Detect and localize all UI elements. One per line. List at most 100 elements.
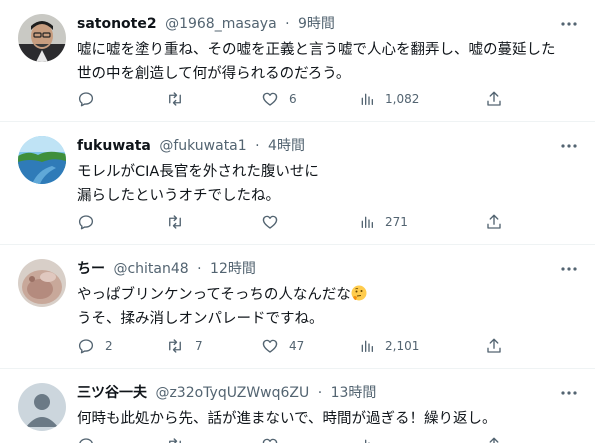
reply-icon <box>78 339 94 354</box>
share-button[interactable] <box>485 212 503 232</box>
separator: · <box>197 261 202 277</box>
share-button[interactable] <box>485 89 503 109</box>
heart-icon <box>262 92 278 106</box>
more-button[interactable] <box>557 259 581 279</box>
retweet-button[interactable]: 7 <box>165 336 203 356</box>
like-count: 47 <box>289 339 305 353</box>
tweet-feed: satonote2 @1968_masaya · 9時間 嘘に嘘を塗り重ね、その… <box>0 0 595 443</box>
display-name[interactable]: satonote2 <box>77 16 157 32</box>
timestamp[interactable]: 13時間 <box>331 385 377 401</box>
avatar[interactable] <box>18 259 66 307</box>
reply-button[interactable] <box>77 89 105 109</box>
more-icon <box>561 267 577 271</box>
reply-icon <box>79 438 93 443</box>
heart-icon <box>262 438 278 443</box>
views-icon <box>365 439 370 443</box>
views-button[interactable] <box>359 435 375 443</box>
share-icon <box>487 338 501 353</box>
tweet-text-line: 世の中を創造して何が得られるのだろう。 <box>77 66 351 82</box>
handle[interactable]: @fukuwata1 <box>159 138 246 154</box>
separator: · <box>255 138 260 154</box>
tweet-text-line: 漏らしたというオチでしたね。 <box>77 188 280 204</box>
retweet-icon <box>169 215 181 229</box>
timestamp[interactable]: 4時間 <box>268 138 305 154</box>
share-icon <box>487 91 501 106</box>
more-icon <box>561 22 577 26</box>
like-button[interactable] <box>261 435 279 443</box>
handle[interactable]: @z32oTyqUZWwq6ZU <box>155 385 309 401</box>
tweet-text: 嘘に嘘を塗り重ね、その嘘を正義と言う嘘で人心を翻弄し、嘘の蔓延した 世の中を創造… <box>77 38 582 86</box>
tweet-text-line-wrap: やっぱブリンケンってそっちの人なんだな <box>77 283 582 307</box>
avatar[interactable] <box>18 383 66 431</box>
like-button[interactable] <box>261 212 289 232</box>
retweet-icon <box>169 339 181 353</box>
reply-icon <box>78 92 94 107</box>
separator: · <box>317 385 323 401</box>
display-name[interactable]: ちー <box>77 261 105 277</box>
like-button[interactable]: 6 <box>261 89 297 109</box>
tweet-header: 三ツ谷一夫 @z32oTyqUZWwq6ZU · 13時間 <box>77 383 376 403</box>
more-button[interactable] <box>557 14 581 34</box>
timestamp[interactable]: 12時間 <box>210 261 256 277</box>
views-button[interactable]: 2,101 <box>359 336 419 356</box>
avatar[interactable] <box>18 14 66 62</box>
views-button[interactable]: 1,082 <box>359 89 419 109</box>
share-icon <box>487 214 501 229</box>
action-bar: 2 7 47 2,101 <box>77 336 557 356</box>
view-count: 1,082 <box>385 92 420 106</box>
action-bar: 6 1,082 <box>77 89 557 109</box>
view-count: 271 <box>385 215 408 229</box>
share-icon <box>489 437 499 443</box>
view-count: 2,101 <box>385 339 420 353</box>
tweet[interactable]: satonote2 @1968_masaya · 9時間 嘘に嘘を塗り重ね、その… <box>0 0 595 122</box>
retweet-button[interactable] <box>165 89 195 109</box>
retweet-icon <box>169 438 181 443</box>
more-icon <box>561 144 577 148</box>
tweet-header: fukuwata @fukuwata1 · 4時間 <box>77 136 305 156</box>
reply-button[interactable]: 2 <box>77 336 113 356</box>
retweet-count: 7 <box>195 339 203 353</box>
reply-button[interactable] <box>77 435 95 443</box>
tweet-text-line: モレルがCIA長官を外された腹いせに <box>77 164 319 180</box>
tweet-text: 何時も此処から先、話が進まないで、時間が過ぎる！繰り返し。 <box>77 407 582 431</box>
reply-count: 2 <box>105 339 113 353</box>
avatar[interactable] <box>18 136 66 184</box>
tweet-text-line: やっぱブリンケンってそっちの人なんだな <box>77 287 351 303</box>
more-button[interactable] <box>557 136 581 156</box>
display-name[interactable]: 三ツ谷一夫 <box>77 385 147 401</box>
timestamp[interactable]: 9時間 <box>298 16 335 32</box>
retweet-button[interactable] <box>165 435 185 443</box>
action-bar <box>77 435 557 443</box>
tweet-text: やっぱブリンケンってそっちの人なんだな うそ、揉み消しオンパレードですね。 <box>77 283 582 331</box>
more-icon <box>561 391 577 395</box>
more-button[interactable] <box>557 383 581 403</box>
tweet-text-line: 嘘に嘘を塗り重ね、その嘘を正義と言う嘘で人心を翻弄し、嘘の蔓延した <box>77 42 556 58</box>
like-count: 6 <box>289 92 297 106</box>
views-icon <box>361 93 373 105</box>
handle[interactable]: @1968_masaya <box>165 16 277 32</box>
like-button[interactable]: 47 <box>261 336 304 356</box>
tweet[interactable]: fukuwata @fukuwata1 · 4時間 モレルがCIA長官を外された… <box>0 122 595 245</box>
action-bar: 271 <box>77 212 557 232</box>
tweet-header: satonote2 @1968_masaya · 9時間 <box>77 14 335 34</box>
retweet-icon <box>169 92 181 106</box>
reply-button[interactable] <box>77 212 105 232</box>
share-button[interactable] <box>485 435 503 443</box>
views-button[interactable]: 271 <box>359 212 408 232</box>
heart-icon <box>262 339 278 353</box>
tweet-text: モレルがCIA長官を外された腹いせに 漏らしたというオチでしたね。 <box>77 160 582 208</box>
display-name[interactable]: fukuwata <box>77 138 151 154</box>
default-avatar-icon <box>18 383 66 431</box>
tweet[interactable]: ちー @chitan48 · 12時間 やっぱブリンケンってそっちの人なんだな … <box>0 245 595 369</box>
handle[interactable]: @chitan48 <box>113 261 188 277</box>
tweet-text-line: 何時も此処から先、話が進まないで、時間が過ぎる！繰り返し。 <box>77 411 497 427</box>
separator: · <box>285 16 290 32</box>
share-button[interactable] <box>485 336 503 356</box>
tweet[interactable]: 三ツ谷一夫 @z32oTyqUZWwq6ZU · 13時間 何時も此処から先、話… <box>0 369 595 443</box>
tweet-header: ちー @chitan48 · 12時間 <box>77 259 256 279</box>
views-icon <box>361 216 373 228</box>
reply-icon <box>78 215 94 230</box>
views-icon <box>361 340 373 352</box>
tweet-text-line: うそ、揉み消しオンパレードですね。 <box>77 311 324 327</box>
retweet-button[interactable] <box>165 212 195 232</box>
